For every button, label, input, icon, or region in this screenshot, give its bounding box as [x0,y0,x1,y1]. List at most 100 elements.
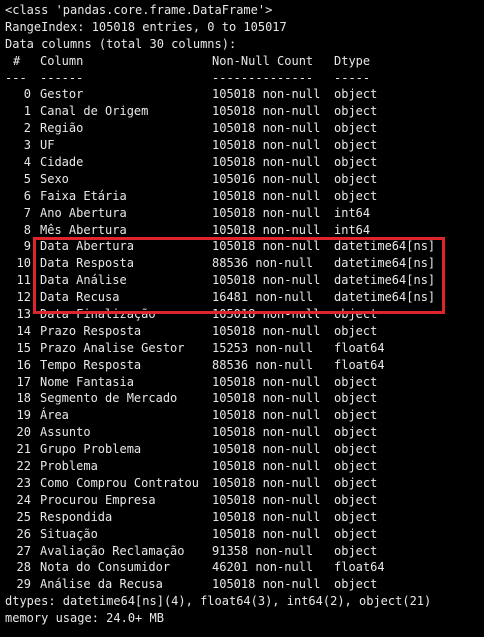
row-column-name: Ano Abertura [40,205,127,220]
row-index: 14 [16,323,31,338]
row-column-name: Região [40,121,84,136]
table-row: 0 Gestor 105018 non-null object [5,86,481,103]
row-column-name: Data Análise [40,273,127,288]
table-row: 11 Data Análise 105018 non-null datetime64[… [5,272,481,289]
row-column-name: Data Abertura [40,239,134,254]
row-dtype: object [334,475,378,490]
row-column-name: Tempo Resposta [40,357,142,372]
row-column-name: Procurou Empresa [40,492,156,507]
row-column-name: Canal de Origem [40,104,149,119]
row-index: 7 [23,205,31,220]
table-row: 28 Nota do Consumidor 46201 non-null float6… [5,559,481,576]
row-non-null-count: 105018 non-null [212,475,321,490]
row-column-name: Sexo [40,171,69,186]
row-index: 8 [23,222,31,237]
row-non-null-count: 46201 non-null [212,560,314,575]
row-index: 6 [23,188,31,203]
row-index: 21 [16,442,31,457]
row-index: 15 [16,340,31,355]
row-index: 13 [16,307,31,322]
row-index: 9 [23,239,31,254]
row-non-null-count: 88536 non-null [212,357,314,372]
row-dtype: object [334,543,378,558]
row-index: 12 [16,290,31,305]
row-index: 4 [23,155,31,170]
table-row: 14 Prazo Resposta 105018 non-null object [5,323,481,340]
row-non-null-count: 15253 non-null [212,340,314,355]
table-row: 5 Sexo 105016 non-null object [5,171,481,188]
row-non-null-count: 105018 non-null [212,188,321,203]
row-dtype: object [334,442,378,457]
row-non-null-count: 105016 non-null [212,171,321,186]
row-dtype: datetime64[ns] [334,290,436,305]
row-dtype: float64 [334,560,385,575]
row-index: 10 [16,256,31,271]
row-non-null-count: 105018 non-null [212,391,321,406]
row-non-null-count: 105018 non-null [212,104,321,119]
row-index: 22 [16,459,31,474]
row-dtype: datetime64[ns] [334,273,436,288]
row-column-name: Data Resposta [40,256,134,271]
row-dtype: float64 [334,340,385,355]
row-dtype: object [334,104,378,119]
row-dtype: object [334,526,378,541]
dtypes-summary: dtypes: datetime64[ns](4), float64(3), i… [5,594,432,609]
header-dtype: Dtype [334,53,371,68]
table-row: 3 UF 105018 non-null object [5,137,481,154]
table-row: 12 Data Recusa 16481 non-null datetime64[ns… [5,289,481,306]
table-row: 20 Assunto 105018 non-null object [5,424,481,441]
table-row: 10 Data Resposta 88536 non-null datetime64[… [5,255,481,272]
row-dtype: datetime64[ns] [334,239,436,254]
separator-non-null: -------------- [212,70,314,85]
row-non-null-count: 105018 non-null [212,307,321,322]
row-non-null-count: 105018 non-null [212,459,321,474]
row-dtype: object [334,121,378,136]
row-column-name: Situação [40,526,98,541]
row-dtype: object [334,188,378,203]
table-row: 8 Mês Abertura 105018 non-null int64 [5,222,481,239]
row-non-null-count: 105018 non-null [212,205,321,220]
separator-index: --- [5,70,27,85]
row-column-name: Problema [40,459,98,474]
table-separator: --- ------ -------------- ----- [5,70,481,87]
row-non-null-count: 105018 non-null [212,374,321,389]
row-column-name: Prazo Analise Gestor [40,340,185,355]
row-dtype: object [334,307,378,322]
row-index: 18 [16,391,31,406]
row-column-name: Como Comprou Contratou [40,475,199,490]
row-dtype: object [334,425,378,440]
row-column-name: Respondida [40,509,113,524]
row-column-name: Data Finalização [40,307,156,322]
row-column-name: Grupo Problema [40,442,142,457]
row-dtype: object [334,138,378,153]
row-dtype: object [334,509,378,524]
separator-dtype: ----- [334,70,371,85]
row-dtype: datetime64[ns] [334,256,436,271]
row-index: 29 [16,577,31,592]
row-column-name: Nome Fantasia [40,374,134,389]
table-row: 6 Faixa Etária 105018 non-null object [5,188,481,205]
row-dtype: int64 [334,205,371,220]
row-column-name: Cidade [40,155,84,170]
row-non-null-count: 105018 non-null [212,425,321,440]
row-index: 17 [16,374,31,389]
row-dtype: object [334,408,378,423]
table-row: 19 Área 105018 non-null object [5,407,481,424]
table-body: 0 Gestor 105018 non-null object 1 Canal de Or… [5,86,481,593]
range-index-line: RangeIndex: 105018 entries, 0 to 105017 [5,19,287,34]
table-row: 18 Segmento de Mercado 105018 non-null obje… [5,390,481,407]
table-row: 25 Respondida 105018 non-null object [5,509,481,526]
row-index: 1 [23,104,31,119]
row-index: 0 [23,87,31,102]
row-index: 5 [23,171,31,186]
row-index: 11 [16,273,31,288]
row-column-name: Faixa Etária [40,188,127,203]
row-column-name: Data Recusa [40,290,120,305]
row-column-name: Mês Abertura [40,222,127,237]
row-non-null-count: 105018 non-null [212,155,321,170]
row-dtype: object [334,459,378,474]
table-row: 27 Avaliação Reclamação 91358 non-null obje… [5,543,481,560]
row-column-name: Área [40,408,69,423]
row-non-null-count: 105018 non-null [212,442,321,457]
table-row: 13 Data Finalização 105018 non-null object [5,306,481,323]
